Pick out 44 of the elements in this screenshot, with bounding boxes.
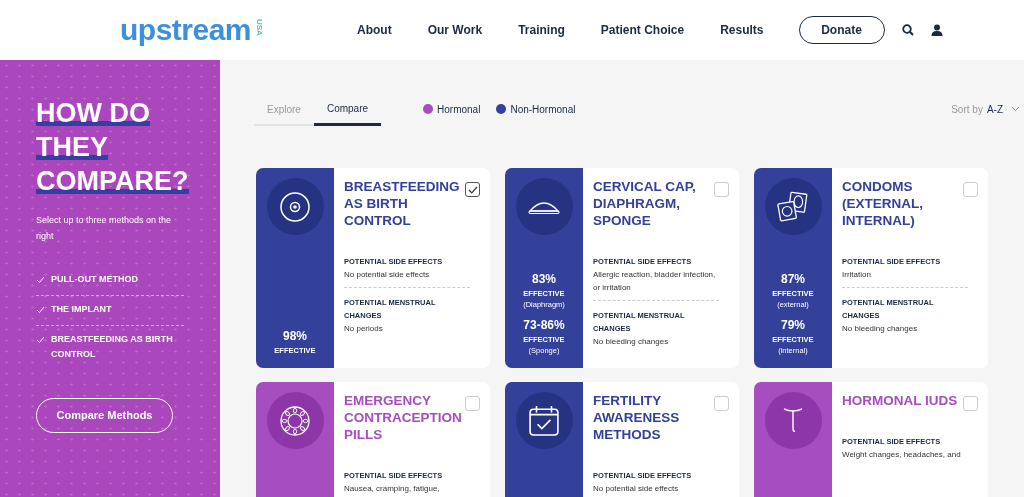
side-effects-text: Nausea, cramping, fatigue, xyxy=(344,483,441,495)
nav-link[interactable]: Our Work xyxy=(427,21,483,39)
iud-icon xyxy=(783,408,803,433)
card-title: EMERGENCY CONTRACEPTION PILLS xyxy=(344,392,463,443)
donate-button[interactable]: Donate xyxy=(798,16,885,44)
logo-suffix: USA xyxy=(254,19,266,36)
card-title: BREASTFEEDING AS BIRTH CONTROL xyxy=(344,178,461,229)
side-effects-text: Allergic reaction, bladder infection, or irritation xyxy=(593,269,717,294)
side-effects-text: Irritation xyxy=(842,269,872,281)
search-icon[interactable] xyxy=(901,24,914,36)
instruction-text: Select up to three methods on the right xyxy=(36,214,173,243)
menstrual-changes-text: No bleeding changes xyxy=(593,336,670,348)
chevron-down-icon[interactable] xyxy=(1011,106,1020,112)
effectiveness-value: 79% xyxy=(779,318,806,332)
card-title: HORMONAL IUDS xyxy=(842,392,958,409)
selected-method[interactable]: PULL-OUT METHOD xyxy=(51,272,138,287)
calendar-check-icon xyxy=(529,405,559,436)
selected-method[interactable]: BREASTFEEDING AS BIRTH CONTROL xyxy=(51,332,184,362)
sort-dropdown[interactable]: A-Z xyxy=(986,101,1003,117)
side-effects-text: No potential side effects xyxy=(344,269,431,281)
nav-link[interactable]: Results xyxy=(720,21,764,39)
effectiveness-value: 98% xyxy=(281,329,308,343)
selected-method[interactable]: THE IMPLANT xyxy=(51,302,112,317)
legend-label: Hormonal xyxy=(437,102,481,117)
checkbox[interactable] xyxy=(465,182,480,197)
card-title: FERTILITY AWARENESS METHODS xyxy=(593,392,681,443)
nav-link[interactable]: Training xyxy=(518,21,565,39)
effectiveness-value: 83% xyxy=(531,272,557,286)
effectiveness-value: 87% xyxy=(779,272,806,286)
user-icon[interactable] xyxy=(930,24,943,36)
tab[interactable]: Compare xyxy=(313,98,382,126)
card-title: CERVICAL CAP, DIAPHRAGM, SPONGE xyxy=(593,178,697,229)
condom-packets-icon xyxy=(777,190,809,223)
sort-label: Sort by xyxy=(951,102,983,117)
legend-label: Non-Hormonal xyxy=(510,102,576,117)
nav-link[interactable]: Patient Choice xyxy=(600,21,685,39)
menstrual-changes-text: No periods xyxy=(344,323,384,335)
menstrual-changes-text: No bleeding changes xyxy=(842,323,919,335)
nav-link[interactable]: About xyxy=(357,21,392,39)
card-title: CONDOMS (EXTERNAL, INTERNAL) xyxy=(842,178,924,229)
side-effects-text: Weight changes, headaches, and xyxy=(842,449,962,461)
method-card[interactable] xyxy=(505,168,739,368)
side-effects-text: No potential side effects xyxy=(593,483,680,495)
effectiveness-value: 73-86% xyxy=(523,318,565,332)
